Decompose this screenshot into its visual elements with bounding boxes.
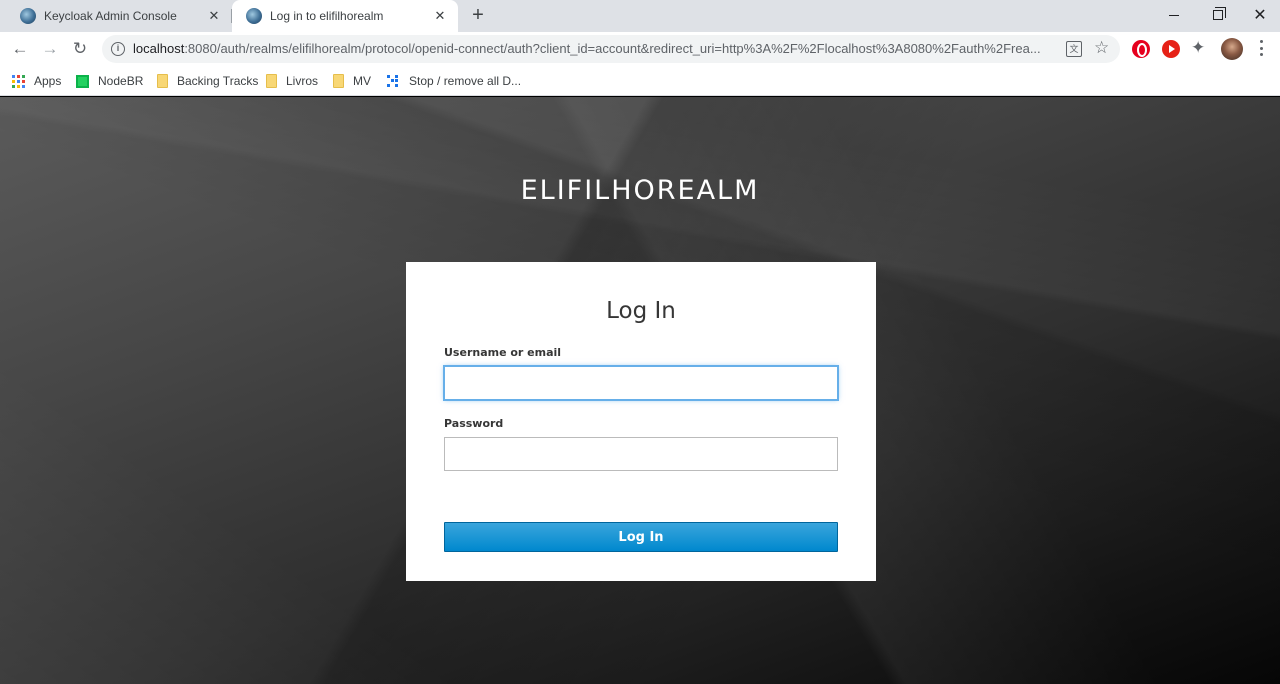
login-card: Log In Username or email Password Log In [406, 262, 876, 581]
dots-grid-icon [387, 74, 400, 88]
extensions-puzzle-icon[interactable]: ✦ [1191, 38, 1205, 58]
folder-icon [157, 74, 168, 88]
bookmark-label: Backing Tracks [177, 74, 259, 88]
keycloak-favicon-icon [246, 8, 262, 24]
folder-icon [333, 74, 344, 88]
bookmark-folder-mv[interactable]: MV [333, 71, 371, 91]
apps-grid-icon [12, 74, 25, 88]
opera-extension-icon[interactable] [1132, 40, 1150, 58]
login-page: ELIFILHOREALM Log In Username or email P… [0, 97, 1280, 684]
reload-button[interactable]: ↻ [67, 36, 93, 62]
url-text[interactable]: localhost:8080/auth/realms/elifilhorealm… [133, 41, 1053, 56]
bookmark-folder-livros[interactable]: Livros [266, 71, 318, 91]
site-info-icon[interactable]: i [111, 42, 125, 56]
kebab-menu-icon[interactable] [1253, 38, 1269, 58]
password-label: Password [444, 417, 504, 430]
address-bar[interactable]: i localhost:8080/auth/realms/elifilhorea… [102, 35, 1120, 63]
realm-title: ELIFILHOREALM [520, 175, 760, 206]
password-input[interactable] [444, 437, 838, 471]
log-in-button[interactable]: Log In [444, 522, 838, 552]
username-label: Username or email [444, 346, 562, 359]
keycloak-favicon-icon [20, 8, 36, 24]
bookmark-label: Stop / remove all D... [409, 74, 522, 88]
browser-toolbar: ← → ↻ i localhost:8080/auth/realms/elifi… [0, 32, 1280, 66]
url-path: :8080/auth/realms/elifilhorealm/protocol… [184, 41, 1041, 56]
minimize-icon [1169, 14, 1179, 16]
nodebr-icon [76, 74, 89, 88]
forward-button[interactable]: → [37, 36, 63, 62]
bookmark-label: NodeBR [98, 74, 144, 88]
back-button[interactable]: ← [7, 36, 33, 62]
tab-title: Log in to elifilhorealm [270, 9, 384, 23]
browser-tab-strip: Keycloak Admin Console ✕ Log in to elifi… [0, 0, 1280, 32]
bookmark-folder-backing-tracks[interactable]: Backing Tracks [157, 71, 258, 91]
bookmarks-bar: Apps NodeBR Backing Tracks Livros MV Sto… [0, 66, 1280, 96]
bookmark-stop-remove-all[interactable]: Stop / remove all D... [387, 71, 521, 91]
login-card-title: Log In [606, 298, 676, 324]
bookmark-label: MV [353, 74, 371, 88]
url-host: localhost [133, 41, 185, 56]
window-close-button[interactable]: ✕ [1238, 0, 1280, 30]
play-extension-icon[interactable] [1162, 40, 1180, 58]
bookmark-star-icon[interactable]: ☆ [1094, 38, 1109, 58]
bookmark-apps[interactable]: Apps [12, 71, 61, 91]
tab-log-in-to-elifilhorealm[interactable]: Log in to elifilhorealm ✕ [232, 0, 458, 32]
bookmark-nodebr[interactable]: NodeBR [76, 71, 143, 91]
username-input[interactable] [444, 366, 838, 400]
tab-keycloak-admin-console[interactable]: Keycloak Admin Console ✕ [6, 0, 232, 32]
window-restore-button[interactable] [1196, 0, 1240, 30]
profile-avatar[interactable] [1221, 38, 1243, 60]
tab-title: Keycloak Admin Console [44, 9, 177, 23]
bookmark-label: Livros [286, 74, 319, 88]
folder-icon [266, 74, 277, 88]
bookmark-label: Apps [34, 74, 62, 88]
tab-close-icon[interactable]: ✕ [206, 8, 222, 24]
tab-close-icon[interactable]: ✕ [432, 8, 448, 24]
translate-icon[interactable]: 文 [1066, 41, 1082, 57]
restore-icon [1213, 7, 1226, 20]
window-minimize-button[interactable] [1152, 0, 1196, 30]
new-tab-button[interactable]: + [466, 4, 490, 28]
